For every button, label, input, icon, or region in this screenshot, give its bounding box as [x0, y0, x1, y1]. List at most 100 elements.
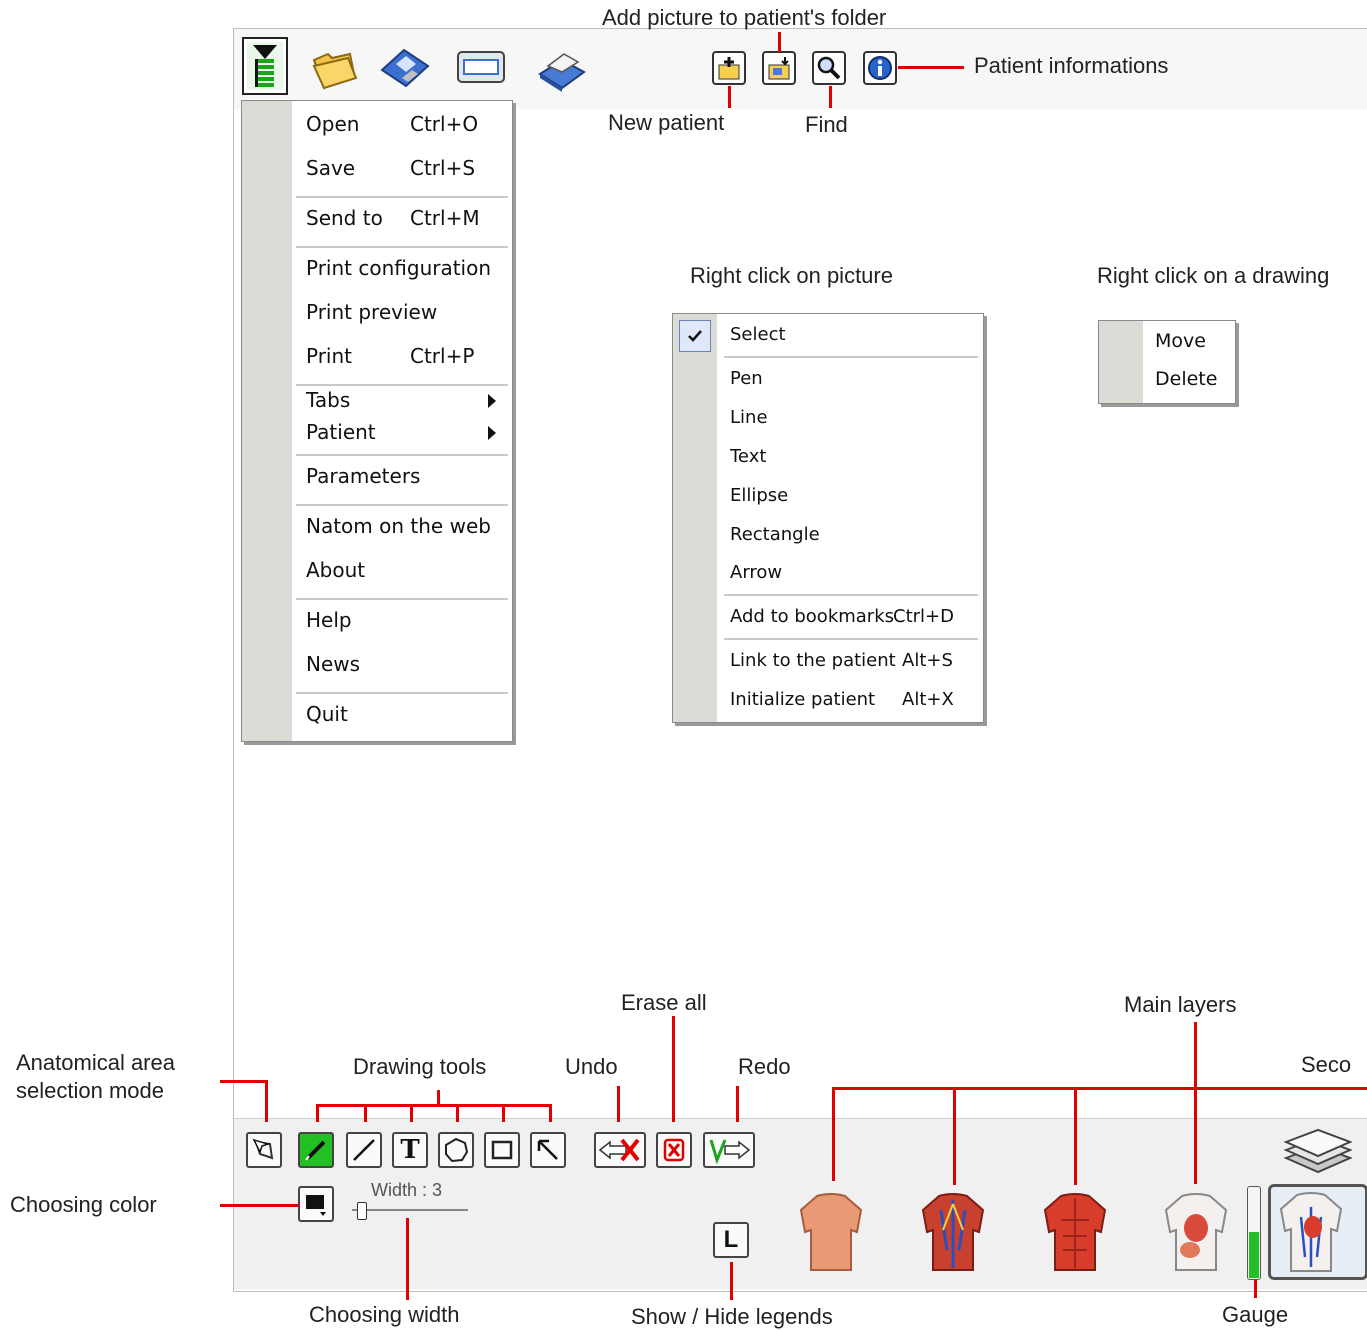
erase-all-button[interactable] — [656, 1132, 692, 1168]
picture-menu-shortcut: Alt+X — [902, 689, 954, 710]
menu-separator — [296, 598, 508, 600]
main-menu-item-print-preview[interactable]: Print preview — [306, 300, 437, 324]
save-disk-icon[interactable] — [378, 44, 430, 92]
picture-menu-item-initialize-patient[interactable]: Initialize patient — [730, 689, 875, 710]
tool-tick-6 — [549, 1104, 552, 1122]
menu-gutter — [1099, 321, 1143, 403]
picture-menu-item-add-to-bookmarks[interactable]: Add to bookmarks — [730, 606, 894, 627]
picture-menu-item-ellipse[interactable]: Ellipse — [730, 485, 788, 506]
main-menu-item-news[interactable]: News — [306, 652, 360, 676]
line-tool-button[interactable] — [346, 1132, 382, 1168]
new-patient-annotation: New patient — [608, 110, 725, 135]
skin-layer-button[interactable] — [795, 1190, 867, 1274]
choosing-width-annotation: Choosing width — [309, 1302, 460, 1327]
width-slider-thumb[interactable] — [357, 1202, 367, 1220]
width-slider-track[interactable] — [352, 1209, 468, 1211]
vessels-layer-button[interactable] — [917, 1190, 989, 1274]
patient-info-pointer — [898, 66, 964, 69]
menu-separator — [296, 692, 508, 694]
picture-menu-item-select[interactable]: Select — [730, 324, 786, 345]
arrow-tool-button[interactable] — [530, 1132, 566, 1168]
main-menu-item-print-configuration[interactable]: Print configuration — [306, 256, 491, 280]
main-menu-item-save[interactable]: Save — [306, 156, 355, 180]
main-menu-item-about[interactable]: About — [306, 558, 365, 582]
menu-separator — [724, 356, 978, 358]
ellipse-tool-button[interactable] — [438, 1132, 474, 1168]
layers-bracket — [832, 1087, 1367, 1090]
submenu-arrow-icon — [488, 394, 496, 408]
main-menu-item-send-to[interactable]: Send to — [306, 206, 383, 230]
picture-menu-item-rectangle[interactable]: Rectangle — [730, 524, 820, 545]
right-click-picture-title: Right click on picture — [690, 263, 893, 288]
drawing-tools-annotation: Drawing tools — [353, 1054, 487, 1079]
anatomical-pointer-h — [220, 1080, 268, 1083]
drawing-menu-move[interactable]: Move — [1155, 330, 1206, 352]
organs-layer-button[interactable] — [1160, 1190, 1232, 1274]
layer-tick-3 — [1074, 1087, 1077, 1185]
menu-separator — [296, 384, 508, 386]
gauge-fill — [1249, 1232, 1259, 1278]
app-menu-icon[interactable] — [242, 37, 288, 95]
picture-menu-item-text[interactable]: Text — [730, 446, 766, 467]
choosing-color-annotation: Choosing color — [10, 1192, 157, 1217]
undo-pointer — [617, 1086, 620, 1122]
submenu-arrow-icon — [488, 426, 496, 440]
redo-pointer — [736, 1086, 739, 1122]
choose-color-button[interactable] — [298, 1186, 334, 1222]
picture-menu-item-pen[interactable]: Pen — [730, 368, 763, 389]
secondary-layer-selected[interactable] — [1268, 1184, 1367, 1280]
find-button[interactable] — [812, 51, 846, 85]
add-picture-button[interactable] — [762, 51, 796, 85]
printer-icon[interactable] — [534, 44, 586, 92]
drawing-menu-delete[interactable]: Delete — [1155, 368, 1217, 390]
undo-button[interactable] — [594, 1132, 646, 1168]
add-picture-annotation: Add picture to patient's folder — [602, 5, 887, 30]
main-menu-item-parameters[interactable]: Parameters — [306, 464, 420, 488]
main-menu-item-natom-on-the-web[interactable]: Natom on the web — [306, 514, 491, 538]
pen-tool-button[interactable] — [298, 1132, 334, 1168]
tool-tick-3 — [410, 1104, 413, 1122]
main-menu-item-tabs[interactable]: Tabs — [306, 388, 350, 412]
find-annotation: Find — [805, 112, 848, 137]
main-menu-shortcut: Ctrl+M — [410, 206, 480, 230]
rectangle-tool-button[interactable] — [484, 1132, 520, 1168]
menu-separator — [724, 638, 978, 640]
main-layers-pointer — [1194, 1022, 1197, 1184]
main-menu-item-print[interactable]: Print — [306, 344, 352, 368]
patient-info-button[interactable] — [863, 51, 897, 85]
select-check-icon — [679, 320, 711, 352]
picture-menu-item-line[interactable]: Line — [730, 407, 768, 428]
main-menu-item-help[interactable]: Help — [306, 608, 352, 632]
layer-tick-2 — [953, 1087, 956, 1185]
main-menu-item-open[interactable]: Open — [306, 112, 359, 136]
legend-toggle-glyph: L — [723, 1226, 739, 1253]
redo-button[interactable] — [703, 1132, 755, 1168]
erase-all-pointer — [672, 1016, 675, 1122]
main-menu-shortcut: Ctrl+P — [410, 344, 475, 368]
find-pointer — [829, 86, 832, 108]
legend-toggle-button[interactable]: L — [713, 1222, 749, 1258]
anatomical-annotation-line1: Anatomical area — [16, 1050, 175, 1075]
muscle-layer-button[interactable] — [1039, 1190, 1111, 1274]
menu-separator — [296, 504, 508, 506]
gauge-annotation: Gauge — [1222, 1302, 1289, 1327]
menu-gutter — [673, 314, 717, 722]
picture-menu-item-link-to-the-patient[interactable]: Link to the patient — [730, 650, 896, 671]
send-envelope-icon[interactable] — [456, 48, 505, 96]
menu-gutter — [242, 101, 292, 741]
legends-pointer — [730, 1262, 733, 1300]
main-menu-item-quit[interactable]: Quit — [306, 702, 348, 726]
text-tool-button[interactable]: T — [392, 1132, 428, 1168]
right-click-drawing-title: Right click on a drawing — [1097, 263, 1330, 288]
tool-tick-2 — [364, 1104, 367, 1122]
choosing-color-pointer — [220, 1204, 298, 1207]
gauge-bar — [1247, 1186, 1261, 1280]
tool-tick-1 — [316, 1104, 319, 1122]
new-patient-button[interactable] — [712, 51, 746, 85]
open-folder-icon[interactable] — [310, 44, 358, 92]
patient-info-annotation: Patient informations — [974, 53, 1169, 78]
main-menu-item-patient[interactable]: Patient — [306, 420, 376, 444]
anatomical-selection-button[interactable] — [246, 1132, 282, 1168]
layers-stack-icon[interactable] — [1282, 1128, 1353, 1184]
picture-menu-item-arrow[interactable]: Arrow — [730, 562, 782, 583]
